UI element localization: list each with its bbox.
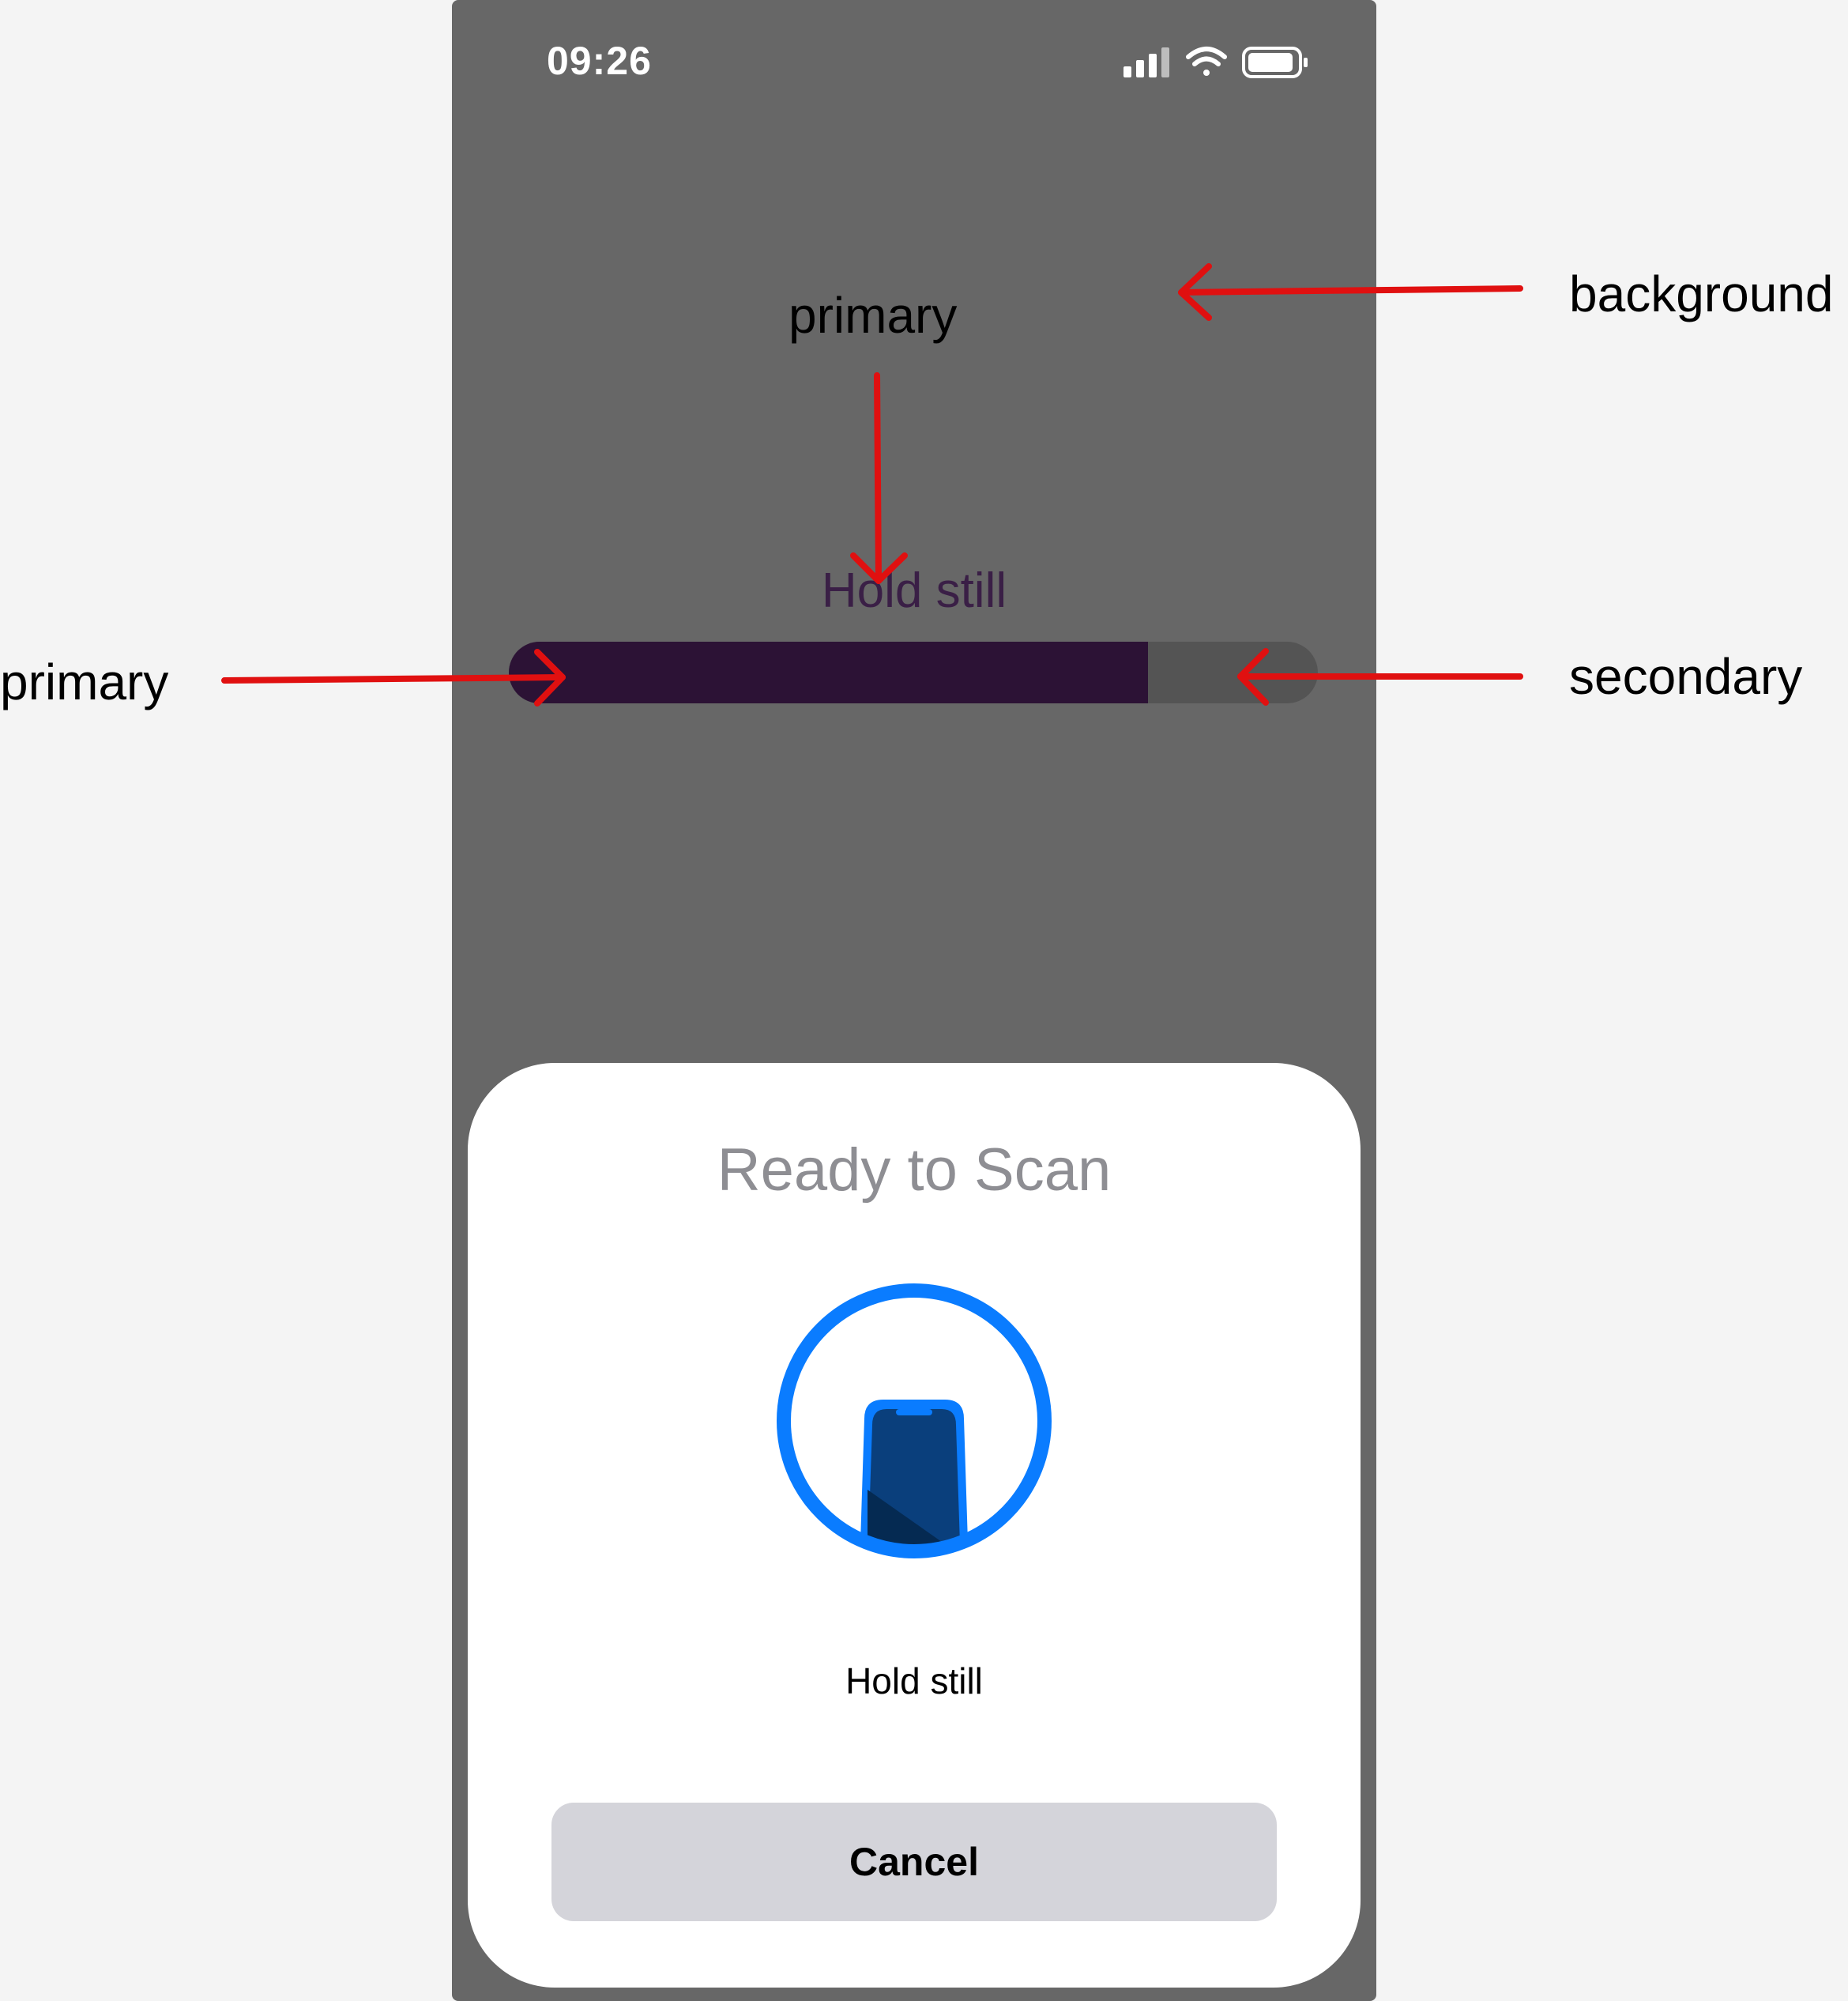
annotation-background: background	[1569, 266, 1834, 322]
secondary-bar-arrow	[1237, 648, 1523, 706]
annotation-primary-text: primary	[789, 287, 958, 344]
annotation-primary-bar: primary	[0, 654, 169, 710]
primary-text-arrow	[850, 372, 908, 584]
primary-bar-arrow	[221, 649, 566, 707]
background-arrow	[1178, 263, 1523, 321]
annotation-secondary-bar: secondary	[1569, 648, 1803, 705]
